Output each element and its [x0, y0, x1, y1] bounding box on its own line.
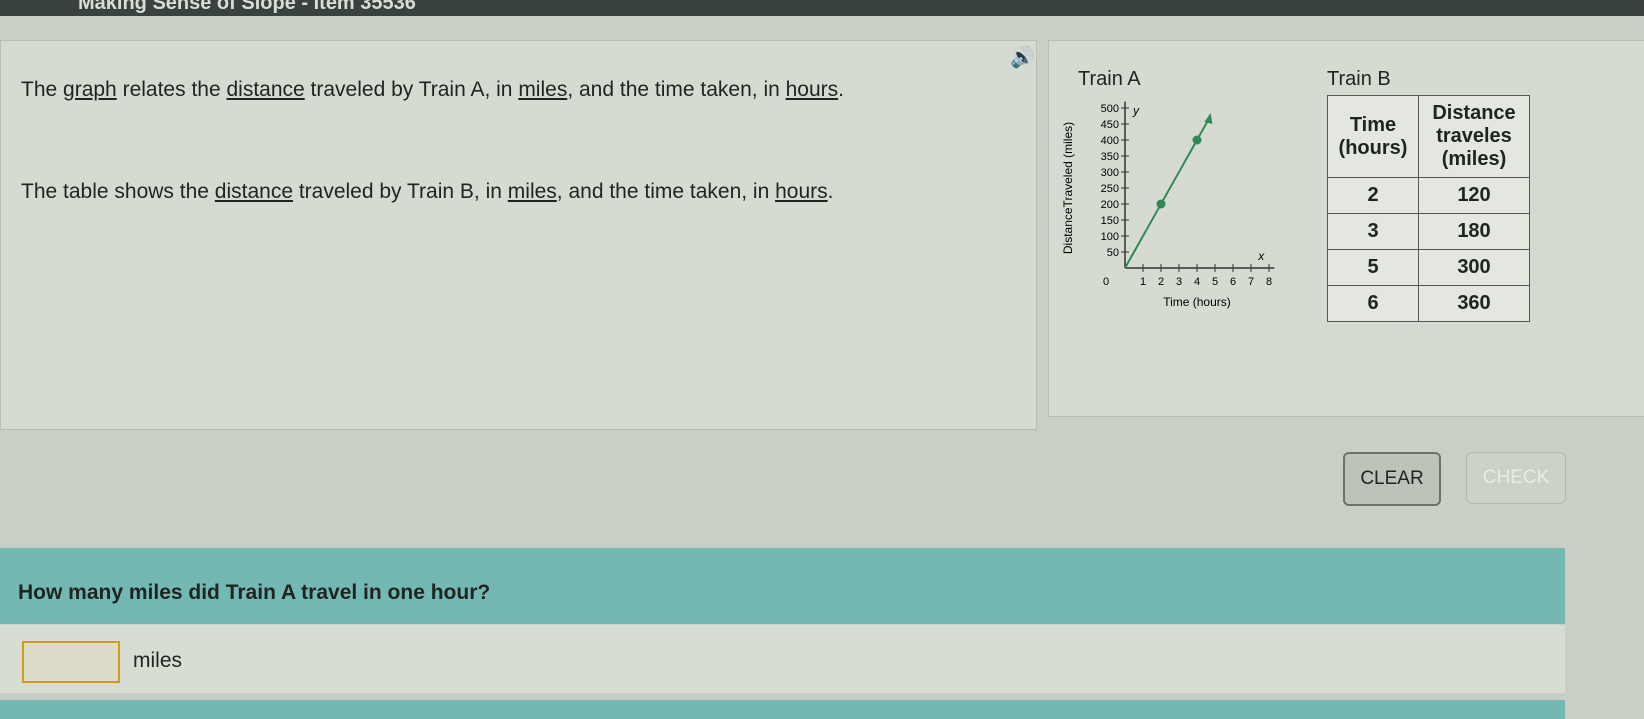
prompt-text: . [838, 78, 844, 101]
x-var-label: x [1257, 249, 1265, 263]
answer-unit: miles [133, 649, 183, 672]
answer-input[interactable] [22, 641, 120, 683]
x-tick-label: 1 [1140, 276, 1146, 288]
table-cell: 120 [1418, 177, 1530, 214]
table-row: 6 360 [1327, 285, 1530, 322]
vocab-link[interactable]: hours [775, 180, 828, 203]
table-row: 2 120 [1327, 177, 1530, 214]
vocab-link[interactable]: distance [215, 180, 293, 203]
bottom-bar [0, 700, 1565, 719]
y-tick-label: 100 [1101, 231, 1119, 243]
answer-row: miles [0, 625, 1565, 693]
data-point[interactable] [1156, 199, 1166, 209]
y-tick-label: 150 [1101, 215, 1119, 227]
check-button[interactable]: CHECK [1466, 452, 1566, 504]
x-tick-label: 8 [1266, 276, 1272, 288]
origin-label: 0 [1103, 276, 1109, 288]
y-axis-label: DistanceTraveled (miles) [1061, 122, 1075, 254]
prompt-paragraph-2: The table shows the distance traveled by… [21, 171, 961, 213]
header-time: Time (hours) [1327, 95, 1419, 178]
y-tick-label: 350 [1101, 151, 1119, 163]
header-distance: Distance traveles (miles) [1418, 95, 1530, 178]
x-tick-label: 5 [1212, 276, 1218, 288]
prompt-text: relates the [116, 78, 227, 101]
x-tick-label: 4 [1194, 276, 1200, 288]
vocab-link[interactable]: graph [63, 78, 117, 101]
prompt-text: The table shows the [21, 180, 215, 203]
data-point[interactable] [1192, 135, 1202, 145]
prompt-text: , and the time taken, in [567, 78, 786, 101]
y-tick-label: 50 [1107, 247, 1119, 259]
table-row: 3 180 [1327, 213, 1530, 250]
y-tick-label: 450 [1101, 119, 1119, 131]
x-axis-label: Time (hours) [1163, 295, 1231, 309]
vocab-link[interactable]: distance [226, 78, 304, 101]
y-var-label: y [1132, 103, 1140, 117]
x-tick-label: 7 [1248, 276, 1254, 288]
table-title: Train B [1327, 68, 1391, 90]
prompt-text: . [827, 180, 834, 203]
table-cell: 3 [1327, 213, 1419, 250]
clear-button[interactable]: CLEAR [1343, 452, 1441, 506]
table-cell: 2 [1327, 177, 1419, 214]
table-cell: 6 [1327, 285, 1419, 322]
x-tick-label: 2 [1158, 276, 1164, 288]
y-tick-label: 300 [1101, 167, 1119, 179]
y-tick-label: 200 [1101, 199, 1119, 211]
prompt-text: traveled by Train B, in [293, 180, 508, 203]
question-text: How many miles did Train A travel in one… [0, 548, 1565, 624]
prompt-text: traveled by Train A, in [304, 78, 519, 101]
prompt-paragraph-1: The graph relates the distance traveled … [21, 69, 961, 111]
y-tick-label: 500 [1101, 103, 1119, 115]
y-tick-label: 250 [1101, 183, 1119, 195]
table-cell: 300 [1418, 249, 1530, 286]
table-cell: 360 [1418, 285, 1530, 322]
line-arrow [1204, 113, 1213, 124]
prompt-text: , and the time taken, in [556, 180, 776, 203]
vocab-link[interactable]: miles [518, 78, 567, 101]
prompt-text: The [21, 78, 64, 101]
vocab-link[interactable]: miles [508, 180, 557, 203]
train-b-table: Time (hours) Distance traveles (miles) 21… [1327, 95, 1530, 322]
table-cell: 5 [1327, 249, 1419, 286]
speaker-icon[interactable]: 🔊 [1010, 45, 1035, 70]
table-cell: 180 [1418, 213, 1530, 250]
x-tick-label: 6 [1230, 276, 1236, 288]
vocab-link[interactable]: hours [786, 78, 839, 101]
graph-title: Train A [1078, 68, 1141, 90]
table-row: 5 300 [1327, 249, 1530, 286]
x-tick-label: 3 [1176, 276, 1182, 288]
window-title: Making Sense of Slope - Item 35536 [0, 0, 1644, 16]
train-a-graph: 50 100 150 200 250 300 350 400 450 500 1 2 3 4 5 6 7 8 0 y x… [1061, 101, 1275, 309]
y-tick-label: 400 [1101, 135, 1119, 147]
prompt-panel: The graph relates the distance traveled … [0, 40, 1037, 430]
